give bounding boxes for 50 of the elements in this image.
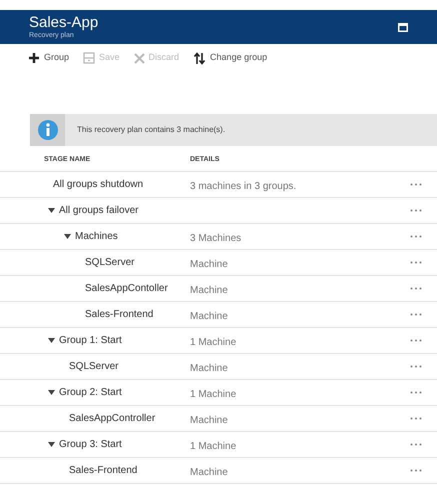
- stage-name: Group 2: Start: [59, 386, 122, 400]
- info-icon: [38, 120, 58, 140]
- more-icon[interactable]: [410, 339, 422, 342]
- toolbar-button[interactable]: Group: [28, 51, 70, 65]
- stage-details: 3 machines in 3 groups.: [190, 180, 296, 192]
- close-icon: [134, 52, 145, 64]
- stage-name: SalesAppContoller: [85, 282, 168, 296]
- stage-details: 1 Machine: [190, 440, 236, 452]
- stage-name: SalesAppController: [69, 412, 156, 426]
- stage-name: SQLServer: [85, 256, 134, 270]
- plus-icon: [28, 52, 40, 64]
- stage-details: Machine: [190, 284, 228, 296]
- stage-name: Machines: [75, 230, 118, 244]
- stage-name: Group 3: Start: [59, 438, 122, 452]
- caret-icon[interactable]: [48, 208, 55, 214]
- more-icon[interactable]: [410, 287, 422, 290]
- toolbar-button[interactable]: Change group: [193, 51, 268, 65]
- stage-name: All groups failover: [59, 204, 138, 218]
- stage-details: Machine: [190, 258, 228, 270]
- info-message: This recovery plan contains 3 machine(s).: [77, 124, 226, 136]
- up-down-arrows-icon: [193, 52, 206, 64]
- more-icon[interactable]: [410, 183, 422, 186]
- more-icon[interactable]: [410, 261, 422, 264]
- more-icon[interactable]: [410, 469, 422, 472]
- stage-details: Machine: [190, 310, 228, 322]
- stage-name: SQLServer: [69, 360, 118, 374]
- stage-details: 1 Machine: [190, 336, 236, 348]
- stage-details: 1 Machine: [190, 388, 236, 400]
- stage-details: Machine: [190, 466, 228, 478]
- stage-name: Sales-Frontend: [69, 464, 138, 478]
- caret-icon[interactable]: [48, 338, 55, 344]
- stage-details: Machine: [190, 414, 228, 426]
- stage-details: 3 Machines: [190, 232, 242, 244]
- save-icon: [83, 52, 96, 64]
- more-icon[interactable]: [410, 313, 422, 316]
- more-icon[interactable]: [410, 235, 422, 238]
- stage-name: Sales-Frontend: [85, 308, 154, 322]
- more-icon[interactable]: [410, 365, 422, 368]
- more-icon[interactable]: [410, 391, 422, 394]
- stage-name: All groups shutdown: [53, 178, 144, 192]
- caret-icon[interactable]: [48, 442, 55, 448]
- window-title: Sales-App: [29, 14, 98, 31]
- more-icon[interactable]: [410, 443, 422, 446]
- caret-icon[interactable]: [48, 390, 55, 396]
- stage-name: Group 1: Start: [59, 334, 122, 348]
- more-icon[interactable]: [410, 417, 422, 420]
- maximize-icon[interactable]: [398, 22, 408, 32]
- caret-icon[interactable]: [64, 234, 71, 240]
- more-icon[interactable]: [410, 209, 422, 212]
- stage-details: Machine: [190, 362, 228, 374]
